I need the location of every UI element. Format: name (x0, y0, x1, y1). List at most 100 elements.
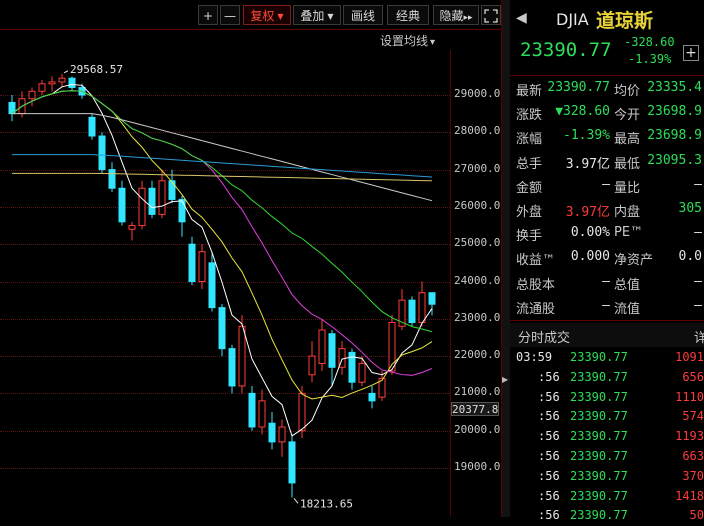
candle-body[interactable] (28, 90, 36, 100)
candle-body[interactable] (328, 333, 336, 368)
candle-body[interactable] (428, 292, 436, 305)
low-price-label: 18213.65 (300, 497, 353, 510)
tick-time: 03:59 (516, 350, 553, 364)
tick-volume: 1193 (675, 429, 704, 444)
double-arrow-icon: ▸▸ (463, 13, 473, 23)
ticks-detail-link[interactable]: 详 (694, 327, 704, 346)
candle-body[interactable] (218, 307, 226, 350)
ticks-header: 分时成交 详 (510, 323, 704, 347)
stat-value: 3.97亿 (565, 205, 610, 220)
classic-button[interactable]: 经典 (387, 5, 429, 25)
tick-volume: 663 (682, 449, 704, 463)
collapse-arrow-icon: ▶ (502, 375, 509, 384)
ticks-title: 分时成交 (518, 331, 571, 346)
candle-body[interactable] (158, 180, 166, 215)
zoom-out-button[interactable]: — (220, 5, 240, 25)
price-change-pct: -1.39% (628, 52, 672, 66)
stat-label: PE™ (614, 225, 644, 241)
candle-body[interactable] (168, 180, 176, 200)
tick-price: 23390.77 (570, 350, 628, 364)
stat-label: 最新 (516, 84, 543, 99)
tick-volume: 1091 (675, 350, 704, 364)
candle-body[interactable] (188, 243, 196, 282)
restore-rights-label: 复权 (250, 9, 275, 23)
overlay-dropdown[interactable]: 叠加 ▼ (293, 5, 341, 25)
chevron-down-icon: ▾ (430, 37, 436, 48)
ma30-line (11, 90, 433, 333)
kline-chart-panel[interactable]: + — 复权 ▼ 叠加 ▼ 画线 经典 隐藏▸▸ 设置均线 ▾ 29000.0 2800… (0, 0, 502, 517)
candle-body[interactable] (258, 400, 266, 428)
candle-body[interactable] (108, 169, 116, 189)
tick-price: 23390.77 (570, 369, 628, 384)
tick-price: 23390.77 (570, 468, 628, 483)
tick-row: :56 23390.77 663 (510, 447, 704, 467)
tick-price: 23390.77 (570, 409, 628, 424)
candle-body[interactable] (288, 441, 296, 484)
add-watchlist-button[interactable]: + (683, 45, 699, 61)
tick-volume: 656 (682, 369, 704, 384)
candle-body[interactable] (38, 83, 46, 92)
candle-body[interactable] (198, 251, 206, 283)
stat-value: 23698.9 (647, 104, 702, 120)
candlestick-plot[interactable]: 29568.57 18213.65 (0, 50, 450, 517)
candle-body[interactable] (238, 325, 246, 387)
tick-volume: 1110 (675, 389, 704, 404)
y-tick-label: 28000.0 (454, 124, 501, 138)
candle-body[interactable] (308, 355, 316, 376)
panel-splitter[interactable]: ▶ (502, 0, 510, 517)
candle-body[interactable] (318, 329, 326, 365)
candle-body[interactable] (298, 392, 306, 432)
tick-row: :56 23390.77 1418 (510, 487, 704, 507)
high-price-label: 29568.57 (70, 63, 123, 76)
tick-time: :56 (538, 369, 560, 384)
stat-value: ▼328.60 (555, 104, 610, 120)
stat-value: -1.39% (563, 128, 610, 144)
y-tick-label: 24000.0 (454, 273, 501, 287)
ma-settings-link[interactable]: 设置均线 ▾ (380, 32, 435, 49)
candle-body[interactable] (228, 348, 236, 387)
label-pointer (293, 498, 299, 504)
caret-down-icon: ▼ (277, 11, 284, 21)
y-tick-label: 20000.0 (454, 422, 501, 436)
tick-row: :56 23390.77 656 (510, 368, 704, 388)
candle-body[interactable] (68, 77, 76, 89)
stat-value: — (694, 225, 702, 241)
candle-body[interactable] (278, 426, 286, 443)
draw-line-button[interactable]: 画线 (343, 5, 383, 25)
ma250-line (12, 172, 433, 182)
tick-row: :56 23390.77 1193 (510, 427, 704, 447)
tick-time: :56 (538, 488, 560, 503)
candle-body[interactable] (88, 116, 96, 137)
fullscreen-button[interactable] (481, 5, 501, 25)
symbol-code: DJIA (556, 10, 589, 29)
candle-body[interactable] (48, 81, 56, 85)
tick-volume: 574 (682, 409, 704, 424)
candle-body[interactable] (368, 392, 376, 402)
hide-panel-button[interactable]: 隐藏▸▸ (433, 5, 479, 25)
y-tick-label: 26000.0 (454, 198, 501, 212)
restore-rights-dropdown[interactable]: 复权 ▼ (243, 5, 291, 25)
candle-body[interactable] (178, 198, 186, 223)
candle-body[interactable] (98, 135, 106, 171)
tick-time: :56 (538, 508, 560, 523)
candle-body[interactable] (268, 422, 276, 443)
candle-body[interactable] (248, 392, 256, 428)
candle-body[interactable] (208, 262, 216, 309)
candle-body[interactable] (418, 292, 426, 324)
stat-value: 3.97亿 (565, 156, 610, 172)
candle-body[interactable] (408, 299, 416, 324)
stat-value: — (694, 273, 702, 289)
zoom-in-button[interactable]: + (198, 5, 218, 25)
candle-body[interactable] (148, 187, 156, 215)
candle-body[interactable] (358, 363, 366, 383)
stat-value: 305 (678, 201, 702, 216)
stat-value: 0.0 (678, 249, 702, 265)
candle-body[interactable] (138, 187, 146, 227)
y-tick-label: 22000.0 (454, 348, 501, 362)
candle-body[interactable] (58, 77, 66, 83)
tick-time: :56 (538, 409, 560, 424)
candle-body[interactable] (128, 225, 136, 230)
prev-symbol-arrow-icon[interactable]: ◀ (516, 10, 527, 26)
tick-row: :56 23390.77 574 (510, 407, 704, 427)
candle-body[interactable] (118, 187, 126, 223)
